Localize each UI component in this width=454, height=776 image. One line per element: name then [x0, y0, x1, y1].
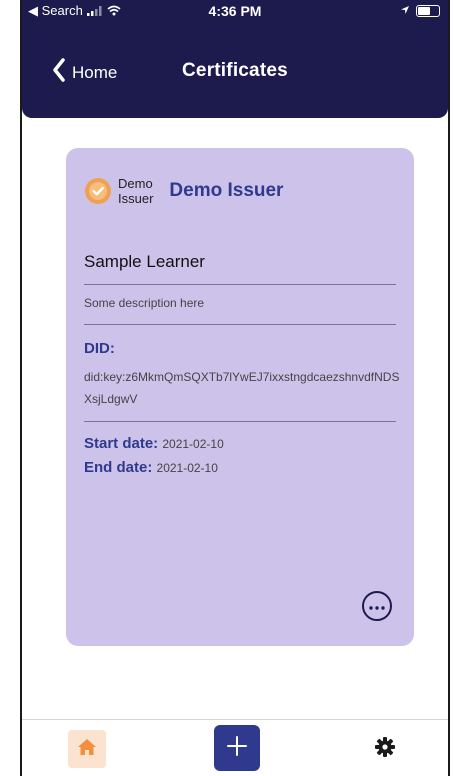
nav-bar: Home Certificates [22, 56, 448, 88]
issuer-logo-text: Demo Issuer [118, 176, 154, 206]
tab-home[interactable] [68, 730, 106, 768]
add-certificate-button[interactable] [214, 725, 260, 771]
home-icon [77, 738, 97, 761]
issuer-row: Demo Issuer Demo Issuer [84, 176, 283, 206]
gear-icon [374, 736, 396, 763]
end-date-value: 2021-02-10 [156, 461, 218, 475]
back-label: Home [72, 62, 118, 82]
start-date-row: Start date: 2021-02-10 [84, 435, 224, 452]
certificate-card[interactable]: Demo Issuer Demo Issuer Sample Learner S… [66, 148, 414, 646]
learner-name: Sample Learner [84, 252, 205, 271]
header: ◀ Search 4:36 PM Home Certificates [22, 0, 448, 118]
tab-bar [22, 719, 448, 776]
issuer-name: Demo Issuer [169, 180, 284, 201]
more-options-button[interactable] [362, 591, 392, 621]
battery-icon [416, 4, 440, 17]
divider [84, 421, 396, 422]
did-label: DID: [84, 340, 115, 357]
divider [84, 324, 396, 325]
start-date-value: 2021-02-10 [162, 437, 224, 451]
location-icon [400, 3, 410, 18]
status-right [400, 3, 440, 18]
end-date-row: End date: 2021-02-10 [84, 459, 218, 476]
start-date-label: Start date: [84, 435, 159, 452]
did-value: did:key:z6MkmQmSQXTb7lYwEJ7ixxstngdcaezs… [84, 370, 400, 406]
tab-settings[interactable] [370, 734, 400, 764]
chevron-left-icon [52, 58, 66, 87]
divider [84, 284, 396, 285]
end-date-label: End date: [84, 459, 153, 476]
certificate-description: Some description here [84, 296, 205, 310]
more-icon [369, 597, 385, 615]
back-button[interactable]: Home [52, 58, 117, 87]
plus-icon [226, 735, 248, 762]
certificate-badge-icon [84, 177, 112, 205]
status-time: 4:36 PM [208, 3, 262, 19]
status-bar: ◀ Search 4:36 PM [22, 0, 448, 22]
page-title: Certificates [182, 60, 288, 81]
app-frame: ◀ Search 4:36 PM Home Certificates Demo … [20, 0, 450, 776]
